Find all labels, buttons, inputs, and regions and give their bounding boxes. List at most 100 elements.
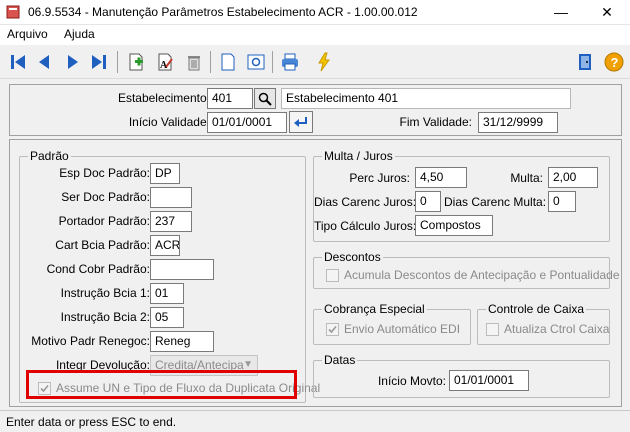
cart-bcia-input[interactable]: ACR: [150, 235, 180, 256]
dias-carenc-multa-input[interactable]: 0: [548, 191, 576, 212]
first-icon: [11, 55, 25, 69]
print-icon: [282, 53, 298, 71]
last-icon: [92, 55, 106, 69]
instrucao-1-label: Instrução Bcia 1:: [60, 286, 150, 300]
cond-cobr-label: Cond Cobr Padrão:: [46, 262, 150, 276]
multa-juros-group: Multa / Juros Perc Juros: 4,50 Multa: 2,…: [313, 149, 610, 242]
checkbox-box: [486, 322, 499, 336]
zoom-estabelecimento-button[interactable]: [254, 88, 276, 109]
datas-group-title: Datas: [322, 353, 358, 367]
add-icon: [129, 53, 143, 71]
enter-arrow-icon: [294, 117, 307, 127]
previous-record-button[interactable]: [31, 49, 57, 75]
estabelecimento-description: Estabelecimento 401: [281, 88, 571, 109]
preview-icon: [247, 54, 265, 70]
help-icon: ?: [604, 52, 624, 72]
toolbar-separator: [117, 51, 118, 73]
exit-icon: [579, 54, 591, 70]
cobranca-especial-group-title: Cobrança Especial: [322, 302, 427, 316]
edit-button[interactable]: A: [152, 49, 178, 75]
previous-icon: [39, 55, 49, 69]
help-button[interactable]: ?: [601, 49, 627, 75]
atualiza-caixa-label: Atualiza Ctrol Caixa: [504, 322, 610, 336]
tipo-calculo-juros-label: Tipo Cálculo Juros:: [314, 219, 417, 233]
multa-label: Multa:: [510, 171, 543, 185]
portador-label: Portador Padrão:: [58, 214, 150, 228]
padrao-group-title: Padrão: [28, 149, 71, 163]
delete-button[interactable]: [181, 49, 207, 75]
motivo-renegoc-input[interactable]: Reneg: [150, 331, 214, 352]
last-record-button[interactable]: [86, 49, 112, 75]
enter-button[interactable]: [289, 111, 313, 133]
close-button[interactable]: ✕: [584, 0, 630, 25]
instrucao-2-input[interactable]: 05: [150, 307, 184, 328]
status-bar: Enter data or press ESC to end.: [0, 410, 630, 432]
new-document-button[interactable]: [215, 49, 241, 75]
preview-button[interactable]: [243, 49, 269, 75]
atualiza-caixa-checkbox[interactable]: Atualiza Ctrol Caixa: [486, 322, 609, 336]
next-record-button[interactable]: [60, 49, 86, 75]
print-button[interactable]: [277, 49, 303, 75]
header-panel: Estabelecimento: 401 Estabelecimento 401…: [9, 84, 622, 136]
cobranca-especial-group: Cobrança Especial Envio Automático EDI: [313, 302, 471, 345]
next-icon: [68, 55, 78, 69]
new-document-icon: [221, 53, 235, 71]
perc-juros-input[interactable]: 4,50: [415, 167, 467, 188]
ser-doc-label: Ser Doc Padrão:: [61, 190, 150, 204]
inicio-movto-label: Início Movto:: [377, 374, 446, 388]
toolbar-separator: [272, 51, 273, 73]
controle-caixa-group: Controle de Caixa Atualiza Ctrol Caixa: [477, 302, 610, 345]
minimize-button[interactable]: —: [538, 0, 584, 25]
cond-cobr-input[interactable]: [150, 259, 214, 280]
svg-text:?: ?: [611, 55, 619, 70]
checkmark-icon: [328, 325, 337, 333]
inicio-validade-input[interactable]: 01/01/0001: [207, 112, 287, 133]
fim-validade-input[interactable]: 31/12/9999: [478, 112, 558, 133]
descontos-group-title: Descontos: [322, 250, 383, 264]
toolbar: A ?: [0, 45, 630, 79]
perc-juros-label: Perc Juros:: [349, 171, 410, 185]
first-record-button[interactable]: [5, 49, 31, 75]
execute-icon: [318, 52, 330, 72]
menu-arquivo[interactable]: Arquivo: [7, 27, 48, 41]
window-title: 06.9.5534 - Manutenção Parâmetros Estabe…: [28, 5, 418, 19]
app-icon: [6, 5, 20, 19]
estabelecimento-label: Estabelecimento:: [117, 91, 210, 105]
controle-caixa-group-title: Controle de Caixa: [486, 302, 587, 316]
title-bar: 06.9.5534 - Manutenção Parâmetros Estabe…: [0, 0, 630, 25]
ser-doc-input[interactable]: [150, 187, 192, 208]
add-button[interactable]: [123, 49, 149, 75]
cart-bcia-label: Cart Bcia Padrão:: [55, 238, 150, 252]
datas-group: Datas Início Movto: 01/01/0001: [313, 353, 610, 398]
instrucao-2-label: Instrução Bcia 2:: [60, 310, 150, 324]
edit-icon: A: [158, 53, 173, 71]
envio-edi-label: Envio Automático EDI: [344, 322, 461, 336]
main-panel: Padrão Esp Doc Padrão: DP Ser Doc Padrão…: [9, 139, 622, 407]
tipo-calculo-juros-input[interactable]: Compostos: [415, 215, 493, 236]
menu-bar: Arquivo Ajuda: [0, 25, 630, 45]
esp-doc-label: Esp Doc Padrão:: [59, 166, 150, 180]
inicio-validade-label: Início Validade:: [128, 115, 210, 129]
exit-button[interactable]: [573, 49, 599, 75]
descontos-group: Descontos Acumula Descontos de Antecipaç…: [313, 250, 620, 289]
execute-button[interactable]: [311, 49, 337, 75]
checkbox-box: [326, 322, 339, 336]
acumula-descontos-label: Acumula Descontos de Antecipação e Pontu…: [344, 268, 620, 282]
multa-input[interactable]: 2,00: [548, 167, 598, 188]
fim-validade-label: Fim Validade:: [399, 115, 472, 129]
checkbox-box: [326, 268, 339, 282]
highlight-box: [26, 370, 297, 399]
instrucao-1-input[interactable]: 01: [150, 283, 184, 304]
envio-edi-checkbox[interactable]: Envio Automático EDI: [326, 322, 460, 336]
dias-carenc-multa-label: Dias Carenc Multa:: [444, 195, 547, 209]
multa-juros-group-title: Multa / Juros: [322, 149, 395, 163]
delete-icon: [188, 56, 200, 71]
esp-doc-input[interactable]: DP: [150, 163, 180, 184]
acumula-descontos-checkbox[interactable]: Acumula Descontos de Antecipação e Pontu…: [326, 268, 620, 282]
portador-input[interactable]: 237: [150, 211, 192, 232]
dias-carenc-juros-input[interactable]: 0: [415, 191, 441, 212]
inicio-movto-input[interactable]: 01/01/0001: [449, 370, 529, 391]
menu-ajuda[interactable]: Ajuda: [64, 27, 95, 41]
toolbar-separator: [210, 51, 211, 73]
estabelecimento-input[interactable]: 401: [207, 88, 253, 109]
